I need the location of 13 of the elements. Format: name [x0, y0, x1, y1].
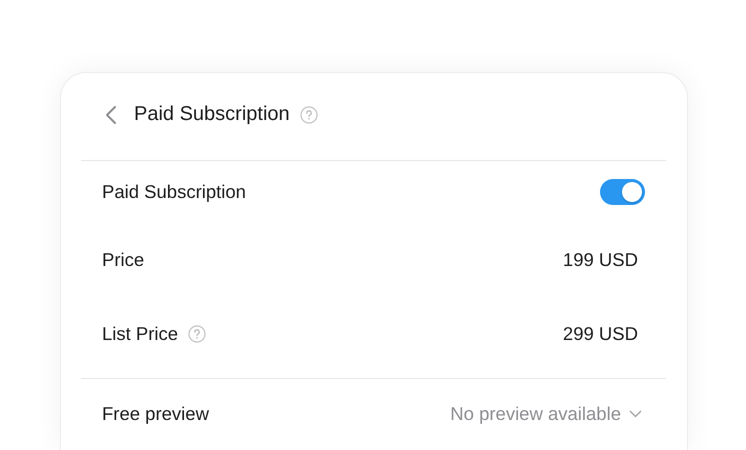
- setting-label: Free preview: [102, 403, 209, 425]
- page-title: Paid Subscription: [134, 103, 290, 126]
- help-icon[interactable]: [300, 106, 318, 124]
- back-button[interactable]: [105, 104, 117, 124]
- help-icon[interactable]: [188, 325, 206, 343]
- price-value: 199 USD: [562, 249, 638, 271]
- setting-label: Price: [102, 249, 144, 271]
- preview-dropdown[interactable]: No preview available: [450, 403, 642, 425]
- chevron-down-icon: [629, 410, 642, 418]
- setting-label: List Price: [102, 323, 178, 345]
- toggle-switch[interactable]: [600, 179, 645, 205]
- price-value: 299 USD: [562, 323, 638, 345]
- setting-label: Paid Subscription: [102, 181, 246, 203]
